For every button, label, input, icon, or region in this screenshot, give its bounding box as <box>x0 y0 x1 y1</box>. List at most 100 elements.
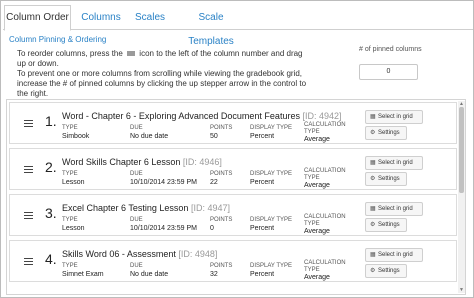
points-value: 50 <box>210 133 218 140</box>
row-title: Word - Chapter 6 - Exploring Advanced Do… <box>62 111 342 121</box>
select-in-grid-button[interactable]: ▦ Select in grid <box>365 248 423 262</box>
settings-label: Settings <box>378 268 400 274</box>
settings-label: Settings <box>378 176 400 182</box>
pinned-columns-label: # of pinned columns <box>359 46 422 53</box>
settings-button[interactable]: ⚙ Settings <box>365 126 407 140</box>
calculation-type-label-2: TYPE <box>304 175 320 181</box>
row-title-text: Excel Chapter 6 Testing Lesson <box>62 203 189 213</box>
tab-scales[interactable]: Scales <box>130 6 170 30</box>
type-label: TYPE <box>62 263 78 269</box>
pinning-instructions: To prevent one or more columns from scro… <box>17 69 307 98</box>
row-number: 1. <box>45 113 57 129</box>
row-id: [ID: 4946] <box>182 157 222 167</box>
type-value: Lesson <box>62 225 85 232</box>
scrollbar-thumb[interactable] <box>459 107 464 193</box>
settings-button[interactable]: ⚙ Settings <box>365 264 407 278</box>
grid-icon: ▦ <box>370 252 376 258</box>
reorder-instructions: To reorder columns, press the icon to th… <box>17 49 307 69</box>
type-value: Simbook <box>62 133 90 140</box>
drag-handle-icon[interactable] <box>24 120 33 127</box>
display-type-label: DISPLAY TYPE <box>250 125 293 131</box>
points-label: POINTS <box>210 171 233 177</box>
row-number: 4. <box>45 251 57 267</box>
row-number: 3. <box>45 205 57 221</box>
section-title: Column Pinning & Ordering <box>9 35 107 44</box>
grid-icon: ▦ <box>370 114 376 120</box>
due-label: DUE <box>130 171 143 177</box>
column-row[interactable]: 1. Word - Chapter 6 - Exploring Advanced… <box>9 102 457 144</box>
column-row[interactable]: 4. Skills Word 06 - Assessment [ID: 4948… <box>9 240 457 282</box>
tab-scale-templates[interactable]: Scale Templates <box>175 6 247 47</box>
settings-label: Settings <box>378 130 400 136</box>
points-value: 0 <box>210 225 214 232</box>
tab-bar: Column Order Columns Scales Scale Templa… <box>3 3 473 47</box>
calculation-type-label-2: TYPE <box>304 267 320 273</box>
type-value: Lesson <box>62 179 85 186</box>
row-title-text: Skills Word 06 - Assessment <box>62 249 176 259</box>
gear-icon: ⚙ <box>370 268 376 274</box>
select-in-grid-button[interactable]: ▦ Select in grid <box>365 202 423 216</box>
drag-handle-icon <box>127 51 136 57</box>
select-in-grid-label: Select in grid <box>378 206 413 212</box>
calculation-type-label-2: TYPE <box>304 221 320 227</box>
scroll-down-arrow-icon[interactable]: ▼ <box>459 287 464 293</box>
points-label: POINTS <box>210 217 233 223</box>
drag-handle-icon[interactable] <box>24 212 33 219</box>
column-list: 1. Word - Chapter 6 - Exploring Advanced… <box>6 99 466 295</box>
row-number: 2. <box>45 159 57 175</box>
display-type-label: DISPLAY TYPE <box>250 217 293 223</box>
grid-icon: ▦ <box>370 206 376 212</box>
points-value: 32 <box>210 271 218 278</box>
select-in-grid-label: Select in grid <box>378 114 413 120</box>
due-value: No due date <box>130 271 169 278</box>
calculation-type-label: CALCULATION <box>304 122 346 128</box>
display-type-label: DISPLAY TYPE <box>250 171 293 177</box>
due-label: DUE <box>130 217 143 223</box>
calculation-type-label: CALCULATION <box>304 168 346 174</box>
row-title: Word Skills Chapter 6 Lesson [ID: 4946] <box>62 157 222 167</box>
select-in-grid-button[interactable]: ▦ Select in grid <box>365 110 423 124</box>
row-id: [ID: 4942] <box>302 111 342 121</box>
column-row[interactable]: 2. Word Skills Chapter 6 Lesson [ID: 494… <box>9 148 457 190</box>
type-label: TYPE <box>62 125 78 131</box>
due-value: 10/10/2014 23:59 PM <box>130 225 197 232</box>
display-type-label: DISPLAY TYPE <box>250 263 293 269</box>
calculation-type-label: CALCULATION <box>304 214 346 220</box>
points-label: POINTS <box>210 125 233 131</box>
calculation-type-value: Average <box>304 274 330 281</box>
column-order-panel: Column Order Columns Scales Scale Templa… <box>0 0 474 298</box>
display-type-value: Percent <box>250 225 275 232</box>
gear-icon: ⚙ <box>370 176 376 182</box>
row-title-text: Word Skills Chapter 6 Lesson <box>62 157 181 167</box>
points-value: 22 <box>210 179 218 186</box>
row-title-text: Word - Chapter 6 - Exploring Advanced Do… <box>62 111 300 121</box>
gear-icon: ⚙ <box>370 130 376 136</box>
settings-button[interactable]: ⚙ Settings <box>365 172 407 186</box>
list-scrollbar[interactable]: ▲ ▼ <box>458 101 465 293</box>
due-label: DUE <box>130 125 143 131</box>
settings-button[interactable]: ⚙ Settings <box>365 218 407 232</box>
column-row[interactable]: 3. Excel Chapter 6 Testing Lesson [ID: 4… <box>9 194 457 236</box>
drag-handle-icon[interactable] <box>24 258 33 265</box>
due-value: No due date <box>130 133 169 140</box>
row-id: [ID: 4947] <box>190 203 230 213</box>
display-type-value: Percent <box>250 271 275 278</box>
drag-handle-icon[interactable] <box>24 166 33 173</box>
pinned-columns-stepper[interactable]: 0 <box>359 64 418 80</box>
calculation-type-value: Average <box>304 228 330 235</box>
select-in-grid-button[interactable]: ▦ Select in grid <box>365 156 423 170</box>
select-in-grid-label: Select in grid <box>378 160 413 166</box>
row-title: Excel Chapter 6 Testing Lesson [ID: 4947… <box>62 203 230 213</box>
calculation-type-label: CALCULATION <box>304 260 346 266</box>
display-type-value: Percent <box>250 133 275 140</box>
gear-icon: ⚙ <box>370 222 376 228</box>
tab-columns[interactable]: Columns <box>79 6 123 30</box>
tab-column-order[interactable]: Column Order <box>4 5 71 31</box>
grid-icon: ▦ <box>370 160 376 166</box>
type-label: TYPE <box>62 171 78 177</box>
calculation-type-label-2: TYPE <box>304 129 320 135</box>
type-value: Simnet Exam <box>62 271 104 278</box>
type-label: TYPE <box>62 217 78 223</box>
calculation-type-value: Average <box>304 136 330 143</box>
row-title: Skills Word 06 - Assessment [ID: 4948] <box>62 249 217 259</box>
